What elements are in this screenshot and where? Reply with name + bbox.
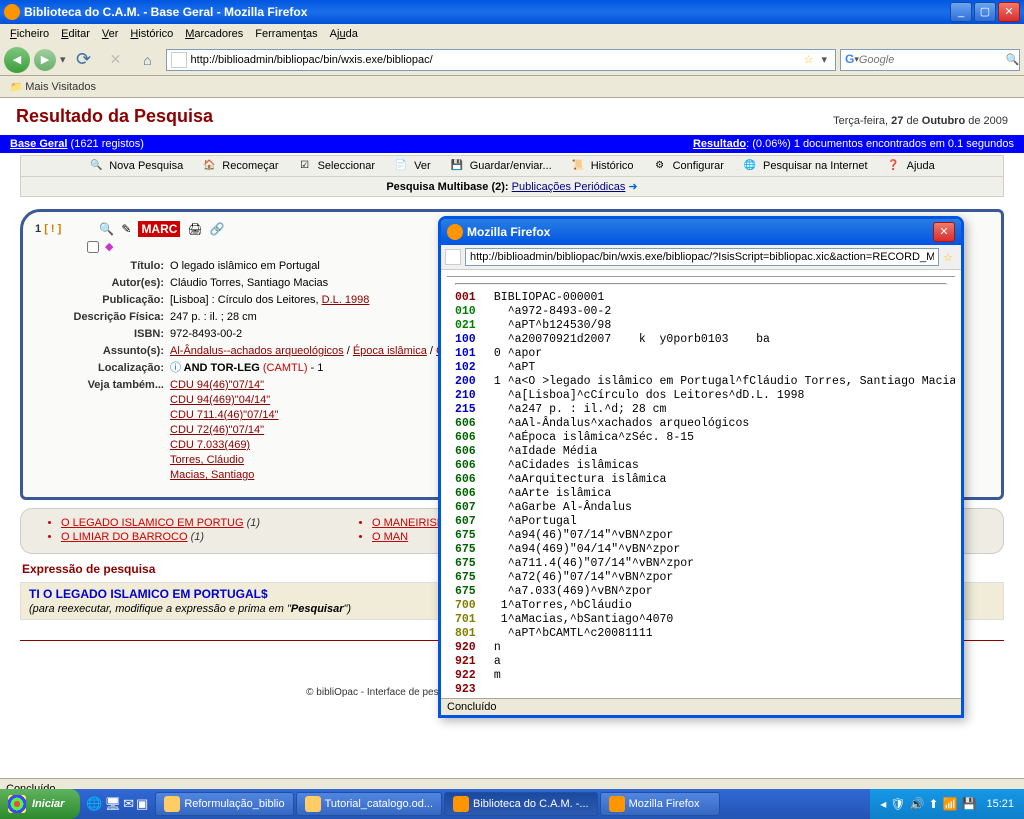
bookmarks-bar: Mais Visitados (0, 76, 1024, 98)
menu-bookmarks[interactable]: Marcadores (179, 26, 249, 42)
tray-icon[interactable]: 💾 (962, 797, 977, 811)
info-icon[interactable]: ⓘ (170, 362, 181, 374)
url-dropdown-icon[interactable]: ▾ (817, 53, 831, 66)
app-icon[interactable]: ▣ (136, 796, 148, 812)
firefox-icon (447, 224, 463, 240)
minimize-button[interactable]: _ (950, 2, 972, 22)
reload-button[interactable]: ⟳ (70, 46, 98, 74)
menu-file[interactable]: FFicheiroicheiro (4, 26, 55, 42)
google-icon[interactable] (845, 52, 854, 68)
nova-pesquisa-button[interactable]: Nova Pesquisa (85, 160, 187, 172)
maximize-button[interactable]: ▢ (974, 2, 996, 22)
menu-view[interactable]: Ver (96, 26, 125, 42)
menubar: FFicheiroicheiro Editar Ver Histórico Ma… (0, 24, 1024, 44)
window-controls: _ ▢ ✕ (950, 2, 1020, 22)
multibase-row: Pesquisa Multibase (2): Publicações Peri… (20, 177, 1004, 197)
record-checkbox[interactable] (87, 241, 99, 253)
url-bar[interactable]: ☆ ▾ (166, 49, 836, 71)
popup-title: Mozilla Firefox (467, 225, 933, 239)
task-item[interactable]: Biblioteca do C.A.M. -... (444, 792, 598, 816)
nav-toolbar: ◀ ▶ ▾ ⟳ ✕ ⌂ ☆ ▾ ▾ 🔍 (0, 44, 1024, 76)
guardar-button[interactable]: Guardar/enviar... (446, 160, 556, 172)
seleccionar-button[interactable]: Seleccionar (294, 160, 379, 172)
most-visited-folder[interactable]: Mais Visitados (6, 79, 100, 95)
popup-close-button[interactable]: ✕ (933, 222, 955, 242)
find-icon[interactable]: 🔍 (99, 222, 114, 236)
stop-button[interactable]: ✕ (102, 46, 130, 74)
tray-icon[interactable]: ⬆ (929, 797, 939, 811)
book-icon: ◆ (105, 240, 113, 253)
tray-icon[interactable]: 🛡 (890, 797, 905, 811)
action-toolbar: Nova Pesquisa Recomeçar Seleccionar Ver … (20, 155, 1004, 177)
popup-url-bar: ☆ (441, 245, 961, 270)
bookmark-star-icon[interactable]: ☆ (800, 53, 818, 66)
clock[interactable]: 15:21 (986, 798, 1014, 810)
multibase-link[interactable]: Publicações Periódicas (512, 181, 626, 193)
titlebar: Biblioteca do C.A.M. - Base Geral - Mozi… (0, 0, 1024, 24)
taskbar: Iniciar 🌐 🖥 ✉ ▣ Reformulação_biblio Tuto… (0, 789, 1024, 819)
url-input[interactable] (191, 54, 800, 66)
result-link[interactable]: Resultado (693, 138, 746, 150)
base-link[interactable]: Base Geral (10, 138, 67, 150)
mail-icon[interactable]: ✉ (123, 796, 134, 812)
desktop-icon[interactable]: 🖥 (105, 796, 122, 812)
ajuda-button[interactable]: Ajuda (883, 160, 939, 172)
marc-popup-window: Mozilla Firefox ✕ ☆ 001 BIBLIOPAC-000001… (438, 216, 964, 718)
popup-status: Concluído (441, 698, 961, 715)
system-tray: ◂ 🛡 🔊 ⬆ 📶 💾 15:21 (870, 789, 1024, 819)
print-icon[interactable]: 🖨 (188, 222, 203, 236)
record-index: 1 [ ! ] (35, 223, 61, 235)
search-go-icon[interactable]: 🔍 (1002, 53, 1024, 66)
page-icon (445, 249, 461, 265)
page-date: Terça-feira, 27 de Outubro de 2009 (833, 115, 1008, 127)
task-item[interactable]: Reformulação_biblio (155, 792, 293, 816)
related-link[interactable]: O LEGADO ISLAMICO EM PORTUG (61, 517, 244, 529)
page-icon (171, 52, 187, 68)
start-button[interactable]: Iniciar (0, 789, 80, 819)
tray-icon[interactable]: ◂ (880, 797, 886, 811)
ie-icon[interactable]: 🌐 (86, 796, 102, 812)
popup-url-input[interactable] (465, 248, 939, 266)
menu-tools[interactable]: Ferramentas (249, 26, 323, 42)
menu-history[interactable]: Histórico (124, 26, 179, 42)
tray-icon[interactable]: 📶 (943, 797, 958, 811)
result-bar: Base Geral (1621 registos) Resultado: (0… (0, 135, 1024, 153)
search-box[interactable]: ▾ 🔍 (840, 49, 1020, 71)
quick-launch: 🌐 🖥 ✉ ▣ (80, 796, 154, 812)
forward-button[interactable]: ▶ (34, 49, 56, 71)
menu-edit[interactable]: Editar (55, 26, 96, 42)
page-title: Resultado da Pesquisa (16, 106, 213, 127)
popup-titlebar: Mozilla Firefox ✕ (441, 219, 961, 245)
edit-icon[interactable]: ✎ (121, 222, 131, 236)
marc-display: 001 BIBLIOPAC-000001010 ^a972-8493-00-20… (447, 276, 955, 692)
tray-icon[interactable]: 🔊 (910, 797, 925, 811)
marc-icon[interactable]: MARC (138, 221, 180, 237)
window-title: Biblioteca do C.A.M. - Base Geral - Mozi… (24, 5, 950, 19)
related-link[interactable]: O MAN (372, 531, 408, 543)
nav-dropdown[interactable]: ▾ (60, 53, 66, 66)
search-input[interactable] (859, 54, 1002, 66)
ver-button[interactable]: Ver (390, 160, 435, 172)
home-button[interactable]: ⌂ (134, 46, 162, 74)
link-icon[interactable]: 🔗 (210, 222, 225, 236)
task-item[interactable]: Tutorial_catalogo.od... (296, 792, 442, 816)
firefox-icon (4, 4, 20, 20)
related-link[interactable]: O LIMIAR DO BARROCO (61, 531, 188, 543)
menu-help[interactable]: Ajuda (324, 26, 364, 42)
configurar-button[interactable]: Configurar (649, 160, 728, 172)
recomecar-button[interactable]: Recomeçar (198, 160, 282, 172)
close-button[interactable]: ✕ (998, 2, 1020, 22)
historico-button[interactable]: Histórico (567, 160, 638, 172)
bookmark-star-icon[interactable]: ☆ (939, 251, 957, 264)
back-button[interactable]: ◀ (4, 47, 30, 73)
task-item[interactable]: Mozilla Firefox (600, 792, 720, 816)
pesquisar-internet-button[interactable]: Pesquisar na Internet (739, 160, 872, 172)
result-header: Resultado da Pesquisa Terça-feira, 27 de… (0, 98, 1024, 135)
